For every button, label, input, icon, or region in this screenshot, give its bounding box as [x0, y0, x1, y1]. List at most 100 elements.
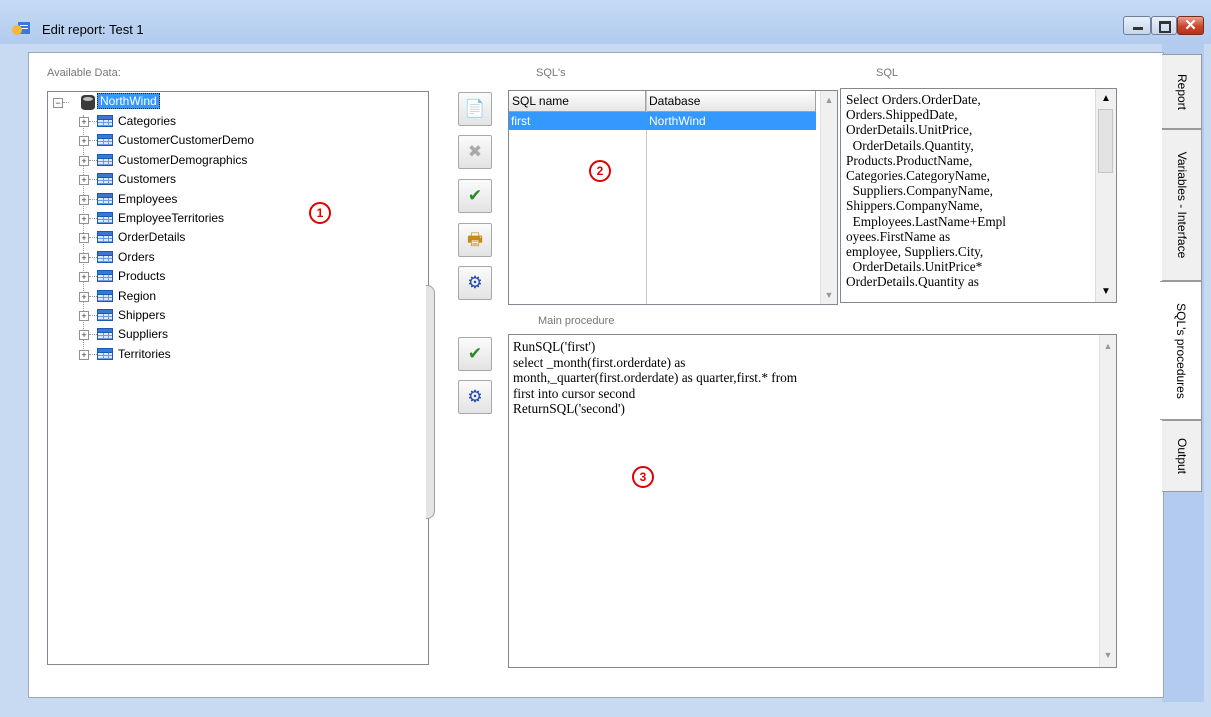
table-icon: [97, 250, 113, 263]
tree-item[interactable]: + OrderDetails: [79, 228, 299, 246]
scroll-down-icon[interactable]: ▼: [821, 287, 837, 303]
tree-item[interactable]: + Suppliers: [79, 325, 299, 343]
tree-connector: [89, 159, 97, 161]
sql-text[interactable]: Select Orders.OrderDate, Orders.ShippedD…: [846, 92, 1094, 290]
table-icon: [97, 134, 113, 147]
cell-database[interactable]: NorthWind: [647, 112, 706, 130]
table-icon: [97, 192, 113, 205]
annotation-marker-1: 1: [309, 202, 331, 224]
collapse-icon[interactable]: −: [53, 98, 63, 108]
title-bar: Edit report: Test 1 ✕: [0, 0, 1211, 44]
cell-sql-name[interactable]: first: [509, 112, 530, 130]
check-icon: ✔: [467, 186, 483, 205]
new-sql-icon: 📄: [464, 99, 486, 118]
expand-icon[interactable]: +: [79, 233, 89, 244]
expand-icon[interactable]: +: [79, 194, 89, 205]
tree-item[interactable]: + Region: [79, 287, 299, 305]
print-preview-button[interactable]: 🖶: [458, 223, 492, 257]
tree-item-label: Products: [118, 269, 166, 284]
tree-connector: [89, 198, 97, 200]
sqls-label: SQL's: [536, 67, 566, 79]
minimize-button[interactable]: [1123, 16, 1151, 35]
tree-connector: [89, 353, 97, 355]
tree-item[interactable]: + Territories: [79, 345, 299, 363]
tree-item-label: EmployeeTerritories: [118, 211, 225, 225]
tree-item[interactable]: + EmployeeTerritories: [79, 209, 299, 227]
check-button[interactable]: ✔: [458, 337, 492, 371]
tree-item[interactable]: + CustomerCustomerDemo: [79, 131, 299, 149]
window-title: Edit report: Test 1: [42, 22, 144, 37]
table-icon: [97, 289, 113, 302]
scroll-up-icon[interactable]: ▲: [821, 92, 837, 108]
tab-variables-interface[interactable]: Variables - Interface: [1162, 129, 1202, 281]
maximize-button[interactable]: [1151, 16, 1177, 35]
tree-item[interactable]: + Orders: [79, 248, 299, 266]
table-icon: [97, 115, 113, 127]
tree-item[interactable]: + Products: [79, 267, 299, 285]
expand-icon[interactable]: +: [79, 330, 89, 341]
main-procedure-label: Main procedure: [538, 315, 615, 327]
tree-item[interactable]: + Shippers: [79, 306, 299, 324]
expand-icon[interactable]: +: [79, 136, 89, 147]
expand-icon[interactable]: +: [79, 349, 89, 360]
grid-scrollbar[interactable]: ▲ ▼: [820, 91, 837, 304]
expand-icon[interactable]: +: [79, 155, 89, 166]
tab-output[interactable]: Output: [1162, 420, 1202, 492]
tree-connector: [89, 121, 97, 122]
available-data-tree[interactable]: − NorthWind + Categories + CustomerCustomer…: [47, 91, 429, 665]
tree-item-label: CustomerDemographics: [118, 152, 248, 167]
close-icon: ✕: [1184, 17, 1197, 34]
table-icon: [97, 309, 113, 321]
expand-icon[interactable]: +: [79, 214, 89, 224]
tree-item-label: Orders: [118, 249, 155, 264]
tree-item-label: Customers: [118, 172, 177, 187]
new-sql-button[interactable]: 📄: [458, 92, 492, 126]
tree-item-label: Suppliers: [118, 327, 169, 342]
tree-item[interactable]: + Categories: [79, 112, 299, 130]
tab-sqls-procedures[interactable]: SQL's procedures: [1160, 281, 1202, 420]
expand-icon[interactable]: +: [79, 175, 89, 186]
run-button[interactable]: ⚙: [458, 266, 492, 300]
tree-connector: [89, 256, 97, 258]
scroll-down-icon[interactable]: ▼: [1100, 647, 1116, 663]
main-procedure-editor[interactable]: RunSQL('first') select _month(first.orde…: [508, 334, 1117, 668]
expand-icon[interactable]: +: [79, 272, 89, 283]
grid-header: SQL name Database: [509, 91, 816, 112]
tab-report[interactable]: Report: [1162, 54, 1202, 129]
table-icon: [97, 328, 113, 341]
expand-icon[interactable]: +: [79, 252, 89, 263]
scroll-thumb[interactable]: [1098, 109, 1113, 173]
expand-icon[interactable]: +: [79, 117, 89, 127]
table-icon: [97, 347, 113, 360]
minimize-icon: [1133, 27, 1143, 30]
procedure-scrollbar[interactable]: ▲ ▼: [1099, 335, 1116, 667]
sqls-grid[interactable]: SQL name Database first NorthWind ▲ ▼: [508, 90, 838, 305]
tree-item-label: Categories: [118, 114, 177, 128]
database-icon: [81, 95, 95, 110]
tree-item[interactable]: + Customers: [79, 170, 299, 188]
delete-button[interactable]: ✖: [458, 135, 492, 169]
sql-editor[interactable]: Select Orders.OrderDate, Orders.ShippedD…: [840, 88, 1117, 303]
check-button[interactable]: ✔: [458, 179, 492, 213]
column-header-sql-name[interactable]: SQL name: [509, 91, 646, 111]
expand-icon[interactable]: +: [79, 291, 89, 302]
table-icon: [97, 173, 113, 186]
tree-item[interactable]: + Employees: [79, 190, 299, 208]
print-preview-icon: 🖶: [466, 230, 484, 249]
tree-connector: [89, 295, 97, 297]
tree-item[interactable]: + CustomerDemographics: [79, 151, 299, 169]
run-button[interactable]: ⚙: [458, 380, 492, 414]
procedure-text[interactable]: RunSQL('first') select _month(first.orde…: [513, 339, 797, 417]
splitter-handle[interactable]: [426, 285, 435, 519]
run-icon: ⚙: [467, 387, 483, 406]
close-button[interactable]: ✕: [1177, 16, 1204, 35]
column-header-database[interactable]: Database: [646, 91, 816, 111]
scroll-down-icon[interactable]: ▼: [1096, 283, 1116, 301]
table-icon: [97, 153, 113, 166]
sql-scrollbar[interactable]: ▲ ▼: [1095, 89, 1116, 302]
tree-item-label: OrderDetails: [118, 230, 186, 245]
expand-icon[interactable]: +: [79, 311, 89, 321]
tree-root[interactable]: − NorthWind: [53, 93, 253, 111]
scroll-up-icon[interactable]: ▲: [1100, 338, 1116, 354]
scroll-up-icon[interactable]: ▲: [1096, 90, 1116, 108]
